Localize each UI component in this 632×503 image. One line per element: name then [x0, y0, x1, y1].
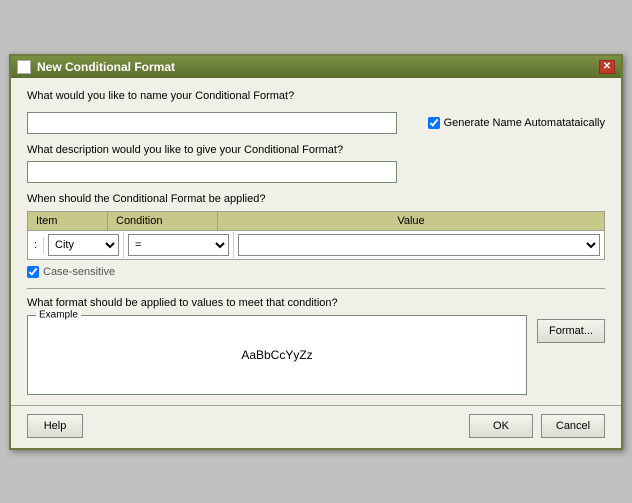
dialog-icon: ✦	[17, 60, 31, 74]
case-sensitive-row: Case-sensitive	[27, 266, 605, 278]
name-row: What would you like to name your Conditi…	[27, 90, 605, 107]
ok-button[interactable]: OK	[469, 414, 533, 438]
close-button[interactable]: ✕	[599, 60, 615, 74]
value-cell	[234, 232, 604, 258]
apply-section: When should the Conditional Format be ap…	[27, 193, 605, 205]
description-question-label: What description would you like to give …	[27, 144, 605, 156]
format-question-label: What format should be applied to values …	[27, 297, 338, 309]
title-bar: ✦ New Conditional Format ✕	[11, 56, 621, 78]
footer-right: OK Cancel	[469, 414, 605, 438]
item-select[interactable]: City Name Age	[48, 234, 119, 256]
name-input[interactable]	[27, 112, 397, 134]
cancel-button[interactable]: Cancel	[541, 414, 605, 438]
footer-left: Help	[27, 414, 83, 438]
format-section: What format should be applied to values …	[27, 297, 605, 309]
row-indicator: :	[28, 237, 44, 253]
auto-name-group: Generate Name Automatataically	[428, 117, 605, 129]
condition-select[interactable]: = != < > <= >=	[128, 234, 229, 256]
apply-question-label: When should the Conditional Format be ap…	[27, 193, 605, 205]
condition-cell: = != < > <= >=	[124, 232, 234, 258]
auto-name-label: Generate Name Automatataically	[444, 117, 605, 129]
example-text: AaBbCcYyZz	[241, 348, 312, 362]
example-box: Example AaBbCcYyZz	[27, 315, 527, 395]
title-bar-left: ✦ New Conditional Format	[17, 60, 175, 74]
description-input[interactable]	[27, 161, 397, 183]
example-format-area: Example AaBbCcYyZz Format...	[27, 315, 605, 395]
condition-table: Item Condition Value : City Name Age = !…	[27, 211, 605, 260]
item-cell: City Name Age	[44, 232, 124, 258]
auto-name-checkbox[interactable]	[428, 117, 440, 129]
separator	[27, 288, 605, 289]
format-button[interactable]: Format...	[537, 319, 605, 343]
description-section: What description would you like to give …	[27, 144, 605, 183]
header-condition: Condition	[108, 212, 218, 230]
condition-table-header: Item Condition Value	[28, 212, 604, 231]
name-question-label: What would you like to name your Conditi…	[27, 90, 294, 102]
case-sensitive-checkbox[interactable]	[27, 266, 39, 278]
dialog-window: ✦ New Conditional Format ✕ What would yo…	[9, 54, 623, 450]
help-button[interactable]: Help	[27, 414, 83, 438]
condition-row: : City Name Age = != < > <= >=	[28, 231, 604, 259]
header-value: Value	[218, 212, 604, 230]
dialog-body: What would you like to name your Conditi…	[11, 78, 621, 405]
dialog-footer: Help OK Cancel	[11, 405, 621, 448]
example-box-label: Example	[36, 309, 81, 320]
name-section: What would you like to name your Conditi…	[27, 90, 605, 144]
dialog-title: New Conditional Format	[37, 60, 175, 74]
value-select[interactable]	[238, 234, 600, 256]
header-item: Item	[28, 212, 108, 230]
case-sensitive-label: Case-sensitive	[43, 266, 115, 278]
